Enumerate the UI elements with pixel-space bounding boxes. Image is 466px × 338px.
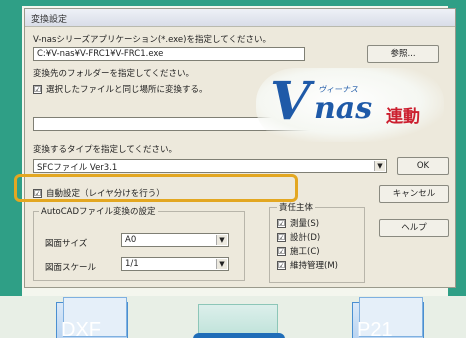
file-ext-label: DXF (61, 319, 101, 338)
responsibility-group-label: 責任主体 (277, 201, 316, 213)
auto-setting-highlight (14, 174, 298, 202)
center-file-icon (193, 304, 285, 338)
checkbox-icon[interactable]: ☑ (277, 247, 286, 256)
target-checkbox-survey[interactable]: ☑ 測量(S) (277, 217, 319, 229)
target-label: 施工(C) (290, 247, 320, 257)
target-checkbox-construction[interactable]: ☑ 施工(C) (277, 245, 320, 257)
conversion-settings-dialog: 変換設定 V-nasシリーズアプリケーション(*.exe)を指定してください。 … (24, 8, 456, 288)
type-select[interactable]: SFCファイル Ver3.1 ▼ (33, 159, 387, 173)
dxf-file-icon: DXF (56, 297, 128, 338)
checkbox-icon[interactable]: ☑ (277, 261, 286, 270)
logo-renkei: 連動 (386, 107, 420, 127)
ok-button[interactable]: OK (397, 157, 449, 175)
folder-prompt: 変換先のフォルダーを指定してください。 (33, 69, 194, 79)
file-ext-label: P21 (357, 319, 393, 338)
type-prompt: 変換するタイプを指定してください。 (33, 145, 177, 155)
target-label: 設計(D) (290, 233, 321, 243)
target-checkbox-maintenance[interactable]: ☑ 維持管理(M) (277, 259, 338, 271)
paper-size-select[interactable]: A0 ▼ (121, 233, 229, 247)
chevron-down-icon[interactable]: ▼ (216, 235, 227, 245)
paper-size-label: 図面サイズ (45, 239, 88, 249)
vnas-logo: V ヴィーナス nas 連動 (256, 68, 444, 142)
same-folder-checkbox[interactable]: ☑ 選択したファイルと同じ場所に変換する。 (33, 83, 208, 95)
type-select-value: SFCファイル Ver3.1 (37, 163, 118, 173)
center-file-base (193, 333, 285, 338)
target-label: 測量(S) (290, 219, 320, 229)
chevron-down-icon[interactable]: ▼ (216, 259, 227, 269)
cancel-button[interactable]: キャンセル (379, 185, 449, 203)
logo-nas: nas (314, 91, 373, 126)
sdf-app-path-input[interactable]: C:¥V-nas¥V-FRC1¥V-FRC1.exe (33, 47, 305, 61)
chevron-down-icon[interactable]: ▼ (374, 161, 385, 171)
checkbox-icon[interactable]: ☑ (33, 85, 42, 94)
sdf-app-prompt: V-nasシリーズアプリケーション(*.exe)を指定してください。 (33, 35, 271, 45)
frame-border-top (0, 0, 466, 6)
scale-label: 図面スケール (45, 263, 97, 273)
autocad-group-label: AutoCADファイル変換の設定 (39, 205, 158, 217)
same-folder-label: 選択したファイルと同じ場所に変換する。 (46, 85, 208, 95)
paper-size-value: A0 (125, 235, 137, 245)
dialog-titlebar: 変換設定 (25, 9, 455, 27)
checkbox-icon[interactable]: ☑ (277, 219, 286, 228)
scale-select[interactable]: 1/1 ▼ (121, 257, 229, 271)
help-button[interactable]: ヘルプ (379, 219, 449, 237)
scale-value: 1/1 (125, 259, 139, 269)
frame-border-left (0, 0, 22, 300)
checkbox-icon[interactable]: ☑ (277, 233, 286, 242)
target-label: 維持管理(M) (290, 261, 338, 271)
browse-button[interactable]: 参照... (367, 45, 439, 63)
p21-file-icon: P21 (352, 297, 424, 338)
target-checkbox-design[interactable]: ☑ 設計(D) (277, 231, 320, 243)
logo-v: V (270, 71, 311, 132)
